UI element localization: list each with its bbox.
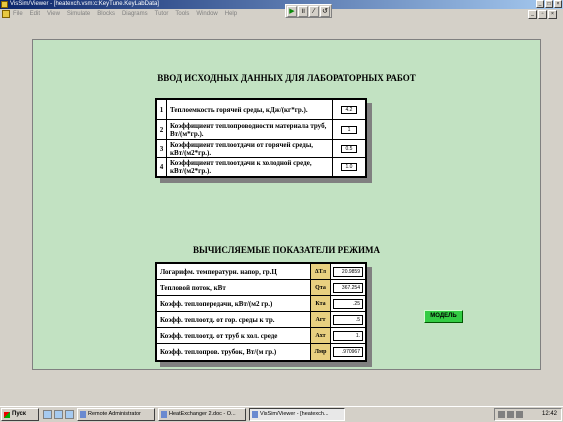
output-row: Коэфф. теплоотд. от гор. среды к тр. Агт…: [157, 312, 365, 328]
network-icon[interactable]: [498, 411, 505, 418]
hot-side-coefficient-input[interactable]: 0.5: [341, 144, 357, 153]
output-label: Коэфф. теплопередачи, кВт/(м2 гр.): [157, 296, 311, 311]
input-row-3: 3 Коэффициент теплоотдачи от горячей сре…: [157, 140, 365, 158]
doc-close-button[interactable]: ×: [548, 10, 557, 19]
start-button[interactable]: Пуск: [1, 408, 39, 421]
heat-transfer-coefficient-value: .25: [333, 298, 363, 309]
output-symbol: Qта: [311, 280, 331, 295]
row-number: 3: [157, 140, 167, 157]
play-icon[interactable]: ▶: [287, 6, 297, 17]
task-vissim-viewer[interactable]: VisSim/Viewer - [heatexch...: [249, 408, 345, 421]
tube-conductivity-value: .970967: [333, 347, 363, 357]
heat-flow-value: 367.254: [333, 282, 363, 293]
taskbar: Пуск Remote Administrator HeatExchanger …: [0, 406, 563, 422]
input-table: 1 Теплоемкость горячей среды, кДж/(кг*гр…: [155, 98, 367, 178]
clock: 12:42: [541, 411, 557, 417]
output-symbol: Ахт: [311, 328, 331, 343]
menu-view[interactable]: View: [47, 9, 60, 20]
mail-icon[interactable]: [65, 410, 74, 419]
input-label: Коэффициент теплоотдачи от горячей среды…: [167, 140, 333, 157]
input-label: Теплоемкость горячей среды, кДж/(кг*гр.)…: [167, 100, 333, 119]
task-heatexchanger-doc[interactable]: HeatExchanger 2.doc - O...: [158, 408, 246, 421]
stop-icon[interactable]: ↺: [320, 6, 330, 17]
menu-edit[interactable]: Edit: [30, 9, 40, 20]
menu-tools[interactable]: Tools: [175, 9, 189, 20]
tube-to-cold-coefficient-value: 1.: [333, 330, 363, 341]
document-window-controls: _ ▫ ×: [528, 10, 557, 19]
model-button[interactable]: МОДЕЛЬ: [424, 310, 463, 323]
output-label: Коэфф. теплоотд. от гор. среды к тр.: [157, 312, 311, 327]
row-number: 2: [157, 120, 167, 139]
lab-panel: ВВОД ИСХОДНЫХ ДАННЫХ ДЛЯ ЛАБОРАТОРНЫХ РА…: [32, 39, 541, 370]
system-tray: 12:42: [494, 408, 562, 421]
output-row: Коэфф. теплопров. трубок, Вт/(м гр.) Лмр…: [157, 344, 365, 360]
output-row: Коэфф. теплоотд. от труб к хол. среде Ах…: [157, 328, 365, 344]
input-heading: ВВОД ИСХОДНЫХ ДАННЫХ ДЛЯ ЛАБОРАТОРНЫХ РА…: [157, 73, 416, 83]
menu-blocks[interactable]: Blocks: [97, 9, 115, 20]
row-number: 4: [157, 158, 167, 176]
output-symbol: Агт: [311, 312, 331, 327]
desktop-icon[interactable]: [43, 410, 52, 419]
menu-diagrams[interactable]: Diagrams: [122, 9, 148, 20]
step-icon[interactable]: ⁄: [309, 6, 319, 17]
close-button[interactable]: ×: [554, 0, 562, 8]
output-row: Коэфф. теплопередачи, кВт/(м2 гр.) Кта .…: [157, 296, 365, 312]
output-label: Тепловой поток, кВт: [157, 280, 311, 295]
row-number: 1: [157, 100, 167, 119]
menu-help[interactable]: Help: [225, 9, 237, 20]
menu-file[interactable]: File: [13, 9, 23, 20]
window-controls: _ □ ×: [536, 0, 562, 9]
document-icon: [2, 10, 10, 18]
output-row: Тепловой поток, кВт Qта 367.254: [157, 280, 365, 296]
output-label: Коэфф. теплоотд. от труб к хол. среде: [157, 328, 311, 343]
input-row-1: 1 Теплоемкость горячей среды, кДж/(кг*гр…: [157, 100, 365, 120]
browser-icon[interactable]: [54, 410, 63, 419]
output-symbol: ΔTл: [311, 264, 331, 279]
diagram-workspace: ВВОД ИСХОДНЫХ ДАННЫХ ДЛЯ ЛАБОРАТОРНЫХ РА…: [0, 21, 563, 406]
doc-restore-button[interactable]: ▫: [538, 10, 547, 19]
heat-capacity-input[interactable]: 4.2: [341, 105, 357, 114]
minimize-button[interactable]: _: [536, 0, 544, 8]
input-row-2: 2 Коэффициент теплопроводности материала…: [157, 120, 365, 140]
task-remote-administrator[interactable]: Remote Administrator: [77, 408, 155, 421]
doc-minimize-button[interactable]: _: [528, 10, 537, 19]
output-row: Логарифм. температурн. напор, гр.Ц ΔTл 2…: [157, 264, 365, 280]
pause-icon[interactable]: ॥: [298, 6, 308, 17]
menu-window[interactable]: Window: [196, 9, 217, 20]
input-label: Коэффициент теплопроводности материала т…: [167, 120, 333, 139]
thermal-conductivity-input[interactable]: 1: [341, 125, 357, 134]
quick-launch: [43, 410, 74, 419]
menu-tutor[interactable]: Tutor: [155, 9, 169, 20]
simulation-toolbar: ▶ ॥ ⁄ ↺: [285, 4, 332, 18]
window-title: VisSim/Viewer - [heatexch.vsm:c:KeyTune.…: [10, 1, 159, 7]
maximize-button[interactable]: □: [545, 0, 553, 8]
output-symbol: Кта: [311, 296, 331, 311]
menu-bar: File Edit View Simulate Blocks Diagrams …: [0, 9, 563, 20]
output-table: Логарифм. температурн. напор, гр.Ц ΔTл 2…: [155, 262, 367, 362]
input-label: Коэффициент теплоотдачи к холодной среде…: [167, 158, 333, 176]
window-titlebar[interactable]: VisSim/Viewer - [heatexch.vsm:c:KeyTune.…: [0, 0, 563, 9]
app-icon: [1, 1, 8, 8]
volume-icon[interactable]: [507, 411, 514, 418]
log-temp-difference-value: 20.9859: [333, 266, 363, 277]
menu-simulate[interactable]: Simulate: [67, 9, 90, 20]
output-heading: ВЫЧИСЛЯЕМЫЕ ПОКАЗАТЕЛИ РЕЖИМА: [192, 245, 380, 255]
hot-to-tube-coefficient-value: .5: [333, 314, 363, 325]
output-symbol: Лмр: [311, 344, 331, 360]
cold-side-coefficient-input[interactable]: 1.0: [341, 163, 357, 171]
output-label: Коэфф. теплопров. трубок, Вт/(м гр.): [157, 344, 311, 360]
language-icon[interactable]: [516, 411, 523, 418]
output-label: Логарифм. температурн. напор, гр.Ц: [157, 264, 311, 279]
input-row-4: 4 Коэффициент теплоотдачи к холодной сре…: [157, 158, 365, 176]
